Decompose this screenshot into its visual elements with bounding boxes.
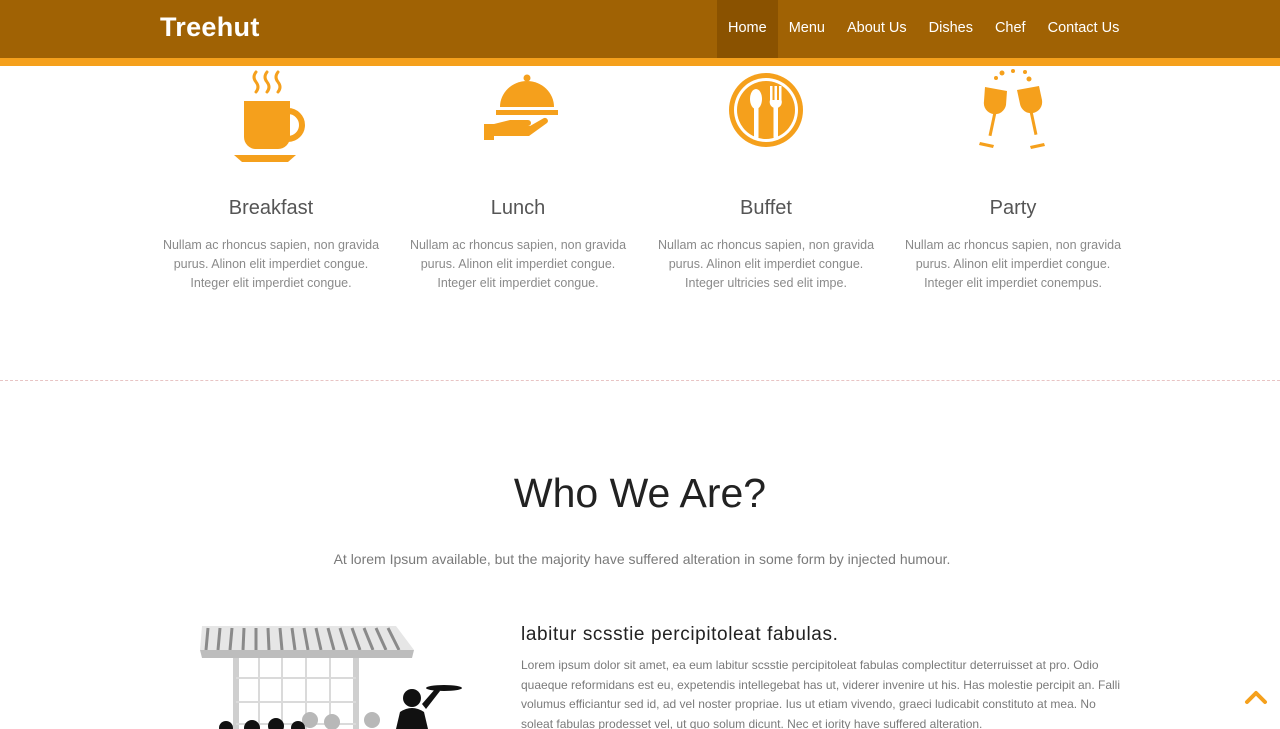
wine-glasses-icon bbox=[898, 66, 1128, 166]
nav-menu[interactable]: Menu bbox=[778, 0, 836, 58]
service-title: Breakfast bbox=[228, 197, 314, 219]
about-body-text: Lorem ipsum dolor sit amet, ea eum labit… bbox=[521, 658, 1120, 729]
section-divider bbox=[0, 380, 1280, 381]
cloche-serving-icon bbox=[403, 66, 633, 166]
nav-chef[interactable]: Chef bbox=[984, 0, 1037, 58]
restaurant-illustration bbox=[196, 620, 476, 729]
brand-logo[interactable]: Treehut bbox=[160, 12, 260, 43]
nav-dishes[interactable]: Dishes bbox=[918, 0, 984, 58]
service-title: Party bbox=[989, 197, 1037, 219]
nav-about-us[interactable]: About Us bbox=[836, 0, 918, 58]
service-title: Lunch bbox=[490, 197, 546, 219]
service-description: Nullam ac rhoncus sapien, non gravida pu… bbox=[409, 238, 627, 290]
service-title: Buffet bbox=[740, 197, 792, 219]
nav-home[interactable]: Home bbox=[717, 0, 778, 58]
service-description: Nullam ac rhoncus sapien, non gravida pu… bbox=[904, 238, 1122, 290]
about-heading: labitur scsstie percipitoleat fabulas. bbox=[521, 624, 839, 645]
service-description: Nullam ac rhoncus sapien, non gravida pu… bbox=[162, 238, 380, 290]
nav-contact-us[interactable]: Contact Us bbox=[1037, 0, 1131, 58]
service-buffet: Buffet Nullam ac rhoncus sapien, non gra… bbox=[651, 66, 881, 293]
header-accent-stripe bbox=[0, 58, 1280, 66]
service-description: Nullam ac rhoncus sapien, non gravida pu… bbox=[657, 238, 875, 290]
service-breakfast: Breakfast Nullam ac rhoncus sapien, non … bbox=[156, 66, 386, 293]
site-header: Treehut Home Menu About Us Dishes Chef C… bbox=[0, 0, 1280, 58]
chevron-up-icon[interactable] bbox=[1244, 688, 1268, 706]
main-nav: Home Menu About Us Dishes Chef Contact U… bbox=[717, 0, 1130, 58]
coffee-cup-icon bbox=[156, 66, 386, 166]
service-lunch: Lunch Nullam ac rhoncus sapien, non grav… bbox=[403, 66, 633, 293]
section-title: Who We Are? bbox=[513, 470, 767, 516]
section-subtitle: At lorem Ipsum available, but the majori… bbox=[333, 551, 951, 567]
plate-cutlery-icon bbox=[651, 66, 881, 166]
service-party: Party Nullam ac rhoncus sapien, non grav… bbox=[898, 66, 1128, 293]
